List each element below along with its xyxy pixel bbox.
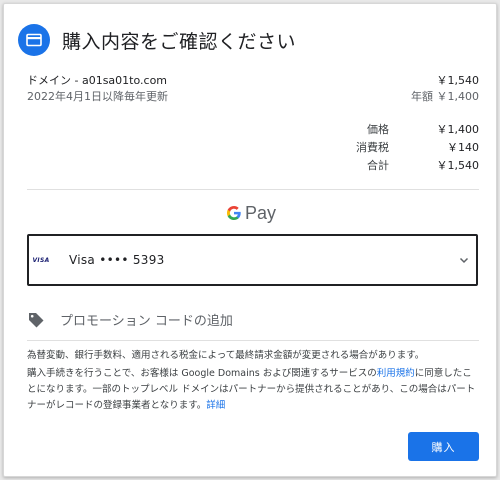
price-breakdown: 価格 ￥1,400 消費税 ￥140 合計 ￥1,540 bbox=[334, 120, 479, 174]
credit-card-icon bbox=[18, 24, 50, 56]
annual-price: 年額 ￥1,400 bbox=[411, 90, 479, 103]
total-value: ￥1,540 bbox=[436, 159, 480, 172]
divider bbox=[27, 189, 479, 190]
price-row: 価格 ￥1,400 bbox=[334, 120, 479, 138]
exchange-note: 為替変動、銀行手数料、適用される税金によって最終請求金額が変更される場合がありま… bbox=[27, 350, 425, 361]
divider bbox=[27, 340, 479, 341]
card-label: Visa •••• 5393 bbox=[69, 253, 165, 267]
terms-link[interactable]: 利用規約 bbox=[377, 368, 415, 379]
google-pay-logo: Pay bbox=[226, 200, 276, 226]
payment-method-select[interactable]: VISA Visa •••• 5393 bbox=[27, 234, 478, 286]
tax-label: 消費税 bbox=[356, 141, 389, 154]
chevron-down-icon bbox=[459, 257, 469, 264]
terms-prefix: 購入手続きを行うことで、お客様は Google Domains および関連するサ… bbox=[27, 368, 377, 379]
total-row: 合計 ￥1,540 bbox=[334, 156, 479, 174]
renewal-date: 2022年4月1日以降毎年更新 bbox=[27, 90, 168, 103]
price-value: ￥1,400 bbox=[436, 123, 480, 136]
terms-note: 購入手続きを行うことで、お客様は Google Domains および関連するサ… bbox=[27, 366, 479, 414]
tax-value: ￥140 bbox=[447, 141, 479, 154]
promo-label: プロモーション コードの追加 bbox=[60, 314, 233, 329]
domain-price: ￥1,540 bbox=[436, 74, 480, 87]
details-link[interactable]: 詳細 bbox=[206, 400, 225, 411]
total-label: 合計 bbox=[367, 159, 389, 172]
domain-name: ドメイン - a01sa01to.com bbox=[27, 74, 168, 87]
dialog-header: 購入内容をご確認ください bbox=[18, 24, 296, 56]
price-label: 価格 bbox=[367, 123, 389, 136]
purchase-dialog: 購入内容をご確認ください ドメイン - a01sa01to.com ￥1,540… bbox=[3, 3, 497, 477]
tax-row: 消費税 ￥140 bbox=[334, 138, 479, 156]
page-title: 購入内容をご確認ください bbox=[62, 30, 297, 53]
domain-summary: ドメイン - a01sa01to.com ￥1,540 2022年4月1日以降毎… bbox=[27, 72, 479, 104]
pay-wordmark: Pay bbox=[245, 202, 277, 223]
google-g-icon bbox=[227, 206, 241, 220]
visa-logo: VISA bbox=[32, 256, 50, 264]
promo-code-button[interactable]: プロモーション コードの追加 bbox=[27, 310, 233, 329]
tag-icon bbox=[29, 312, 44, 327]
buy-button[interactable]: 購入 bbox=[408, 432, 479, 461]
